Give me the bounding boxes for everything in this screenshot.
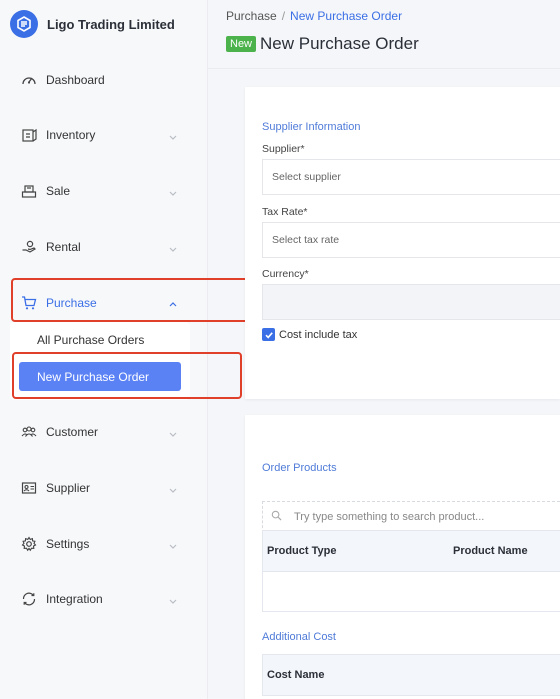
sale-register-icon <box>20 182 38 200</box>
id-card-icon <box>20 479 38 497</box>
brand-name: Ligo Trading Limited <box>47 16 175 32</box>
chevron-down-icon <box>168 593 178 604</box>
tax-rate-label: Tax Rate* <box>262 206 308 218</box>
cost-include-tax-checkbox[interactable]: Cost include tax <box>262 328 357 341</box>
products-table-header: Product Type Product Name <box>262 530 560 572</box>
breadcrumb-current[interactable]: New Purchase Order <box>290 9 402 23</box>
chevron-down-icon <box>168 241 178 252</box>
sidebar-item-sale[interactable]: Sale <box>0 173 190 209</box>
section-title: Supplier Information <box>262 121 361 133</box>
page-header: New New Purchase Order <box>226 34 419 54</box>
page-title: New Purchase Order <box>260 34 419 53</box>
speedometer-icon <box>20 71 38 89</box>
sidebar-item-dashboard[interactable]: Dashboard <box>0 62 190 98</box>
column-header-product-name: Product Name <box>453 545 528 557</box>
order-products-card: Order Products Try type something to sea… <box>245 415 560 699</box>
chevron-down-icon <box>168 185 178 196</box>
sidebar-item-label: Customer <box>46 425 99 439</box>
users-icon <box>20 423 38 441</box>
sidebar-item-integration[interactable]: Integration <box>0 581 190 617</box>
chevron-down-icon <box>168 538 178 549</box>
sidebar-item-label: Dashboard <box>46 73 105 87</box>
sidebar-item-customer[interactable]: Customer <box>0 414 190 450</box>
search-icon <box>271 508 282 526</box>
sidebar-item-label: Sale <box>46 184 71 198</box>
header-divider <box>208 68 560 69</box>
products-table-body <box>262 572 560 612</box>
tax-rate-placeholder: Select tax rate <box>272 234 340 246</box>
sidebar-item-label: Settings <box>46 537 90 551</box>
main-content: Purchase / New Purchase Order New New Purc… <box>208 0 560 699</box>
sidebar-item-label: Inventory <box>46 128 96 142</box>
breadcrumb: Purchase / New Purchase Order <box>226 9 402 23</box>
supplier-label: Supplier* <box>262 143 305 155</box>
sidebar-item-supplier[interactable]: Supplier <box>0 470 190 506</box>
sidebar-item-settings[interactable]: Settings <box>0 526 190 562</box>
status-badge: New <box>226 36 257 52</box>
product-search-input[interactable]: Try type something to search product... <box>262 501 560 533</box>
sidebar-item-inventory[interactable]: Inventory <box>0 117 190 153</box>
supplier-placeholder: Select supplier <box>272 171 341 183</box>
supplier-info-card: Supplier Information Supplier* Select su… <box>245 87 560 399</box>
breadcrumb-parent[interactable]: Purchase <box>226 9 277 23</box>
tax-rate-select[interactable]: Select tax rate <box>262 222 560 258</box>
sync-icon <box>20 590 38 608</box>
chevron-down-icon <box>168 129 178 140</box>
ligo-logo-icon <box>10 10 38 38</box>
search-placeholder: Try type something to search product... <box>294 511 485 523</box>
currency-field[interactable] <box>262 284 560 320</box>
checkmark-icon <box>262 328 275 341</box>
breadcrumb-separator: / <box>281 9 286 23</box>
rental-hand-icon <box>20 238 38 256</box>
currency-label: Currency* <box>262 268 309 280</box>
additional-cost-title: Additional Cost <box>262 631 336 643</box>
supplier-select[interactable]: Select supplier <box>262 159 560 195</box>
sidebar-item-label: Supplier <box>46 481 91 495</box>
submenu-item-all-purchase-orders[interactable]: All Purchase Orders <box>19 325 181 354</box>
sidebar-item-label: Integration <box>46 592 103 606</box>
cost-include-tax-label: Cost include tax <box>279 328 358 341</box>
chevron-down-icon <box>168 426 178 437</box>
additional-cost-table-header: Cost Name <box>262 654 560 696</box>
chevron-down-icon <box>168 482 178 493</box>
sidebar-item-label: Rental <box>46 240 81 254</box>
gear-icon <box>20 535 38 553</box>
column-header-product-type: Product Type <box>267 545 337 557</box>
section-title: Order Products <box>262 462 337 474</box>
sidebar-item-rental[interactable]: Rental <box>0 229 190 265</box>
column-header-cost-name: Cost Name <box>267 669 325 681</box>
inventory-icon <box>20 126 38 144</box>
brand[interactable]: Ligo Trading Limited <box>10 9 175 39</box>
sidebar: Ligo Trading Limited Dashboard Inventory… <box>0 0 249 699</box>
